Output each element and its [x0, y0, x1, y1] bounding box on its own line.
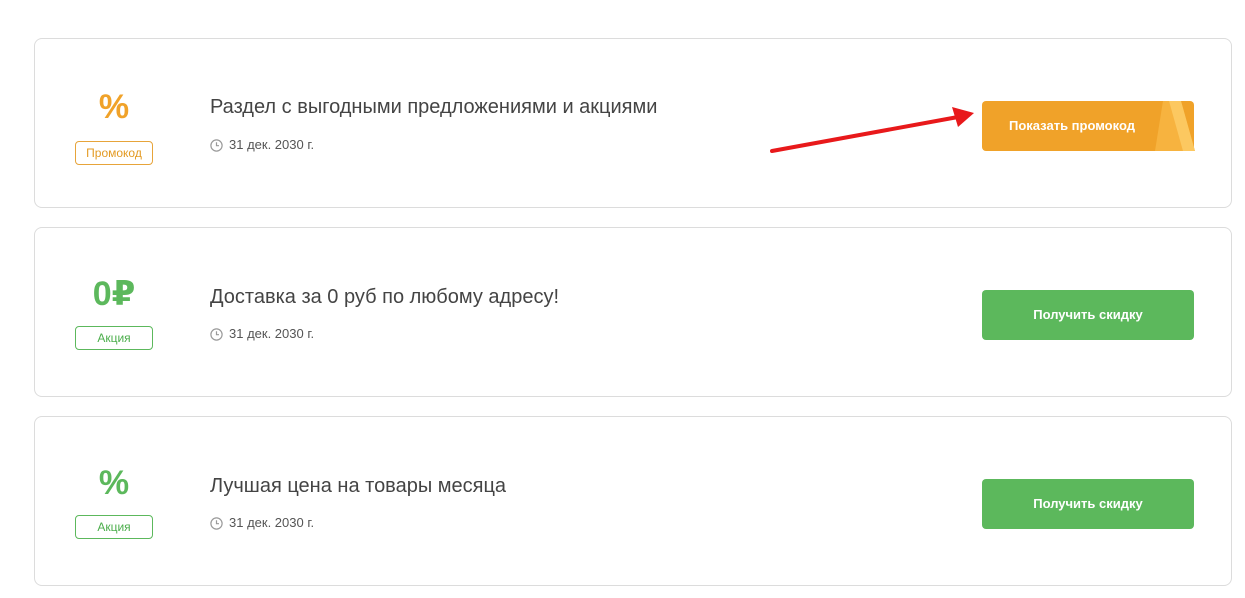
offer-title[interactable]: Лучшая цена на товары месяца: [210, 473, 506, 499]
offer-card-promo: % Промокод Раздел с выгодными предложени…: [34, 38, 1232, 208]
get-discount-button[interactable]: Получить скидку: [982, 290, 1194, 340]
offer-title[interactable]: Доставка за 0 руб по любому адресу!: [210, 284, 559, 310]
offer-date-text: 31 дек. 2030 г.: [229, 326, 315, 341]
offers-page: % Промокод Раздел с выгодными предложени…: [0, 0, 1245, 598]
clock-icon: [210, 138, 223, 152]
red-arrow-icon: [770, 107, 974, 153]
offer-value: %: [98, 464, 130, 502]
offer-title[interactable]: Раздел с выгодными предложениями и акция…: [210, 94, 657, 120]
offer-type-tag: Акция: [75, 515, 153, 539]
offer-value: %: [98, 88, 130, 126]
offer-card-delivery: 0₽ Акция Доставка за 0 руб по любому адр…: [34, 227, 1232, 397]
promo-fold-icon: [1155, 101, 1195, 151]
offer-value: 0₽: [92, 275, 136, 313]
show-promocode-label: Показать промокод: [1009, 118, 1135, 133]
offer-badge: % Промокод: [75, 39, 153, 207]
get-discount-button[interactable]: Получить скидку: [982, 479, 1194, 529]
offer-date-text: 31 дек. 2030 г.: [229, 137, 315, 152]
offer-card-best-price: % Акция Лучшая цена на товары месяца 31 …: [34, 416, 1232, 586]
offer-date: 31 дек. 2030 г.: [210, 137, 314, 153]
offer-badge: 0₽ Акция: [75, 228, 153, 396]
clock-icon: [210, 327, 223, 341]
offer-date-text: 31 дек. 2030 г.: [229, 515, 315, 530]
offer-type-tag: Промокод: [75, 141, 153, 165]
show-promocode-button[interactable]: Показать промокод: [982, 101, 1195, 151]
offer-date: 31 дек. 2030 г.: [210, 515, 314, 531]
offer-badge: % Акция: [75, 417, 153, 585]
offer-date: 31 дек. 2030 г.: [210, 326, 314, 342]
offer-type-tag: Акция: [75, 326, 153, 350]
clock-icon: [210, 516, 223, 530]
